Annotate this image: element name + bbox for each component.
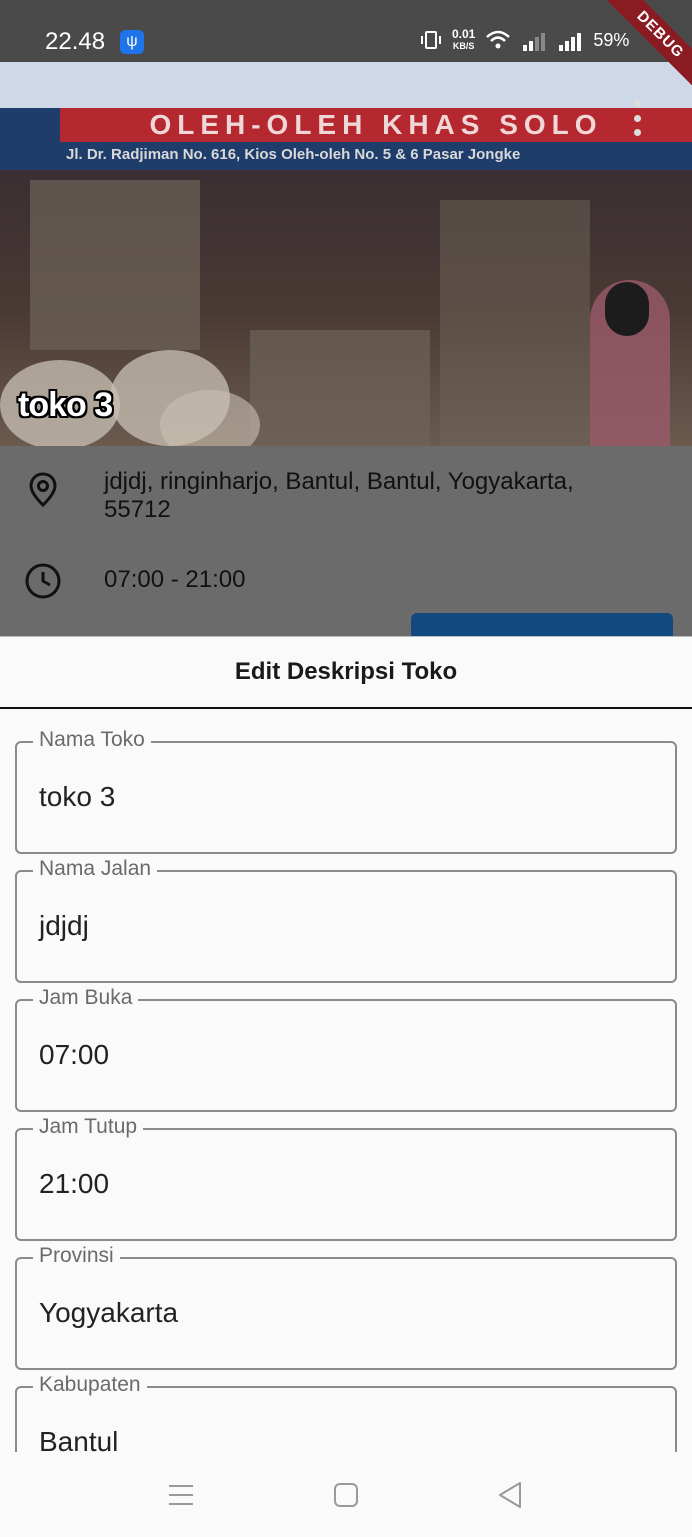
jam-buka-input[interactable]: 07:00 (39, 1039, 639, 1071)
network-speed: 0.01 KB/S (452, 27, 476, 51)
field-kabupaten[interactable]: Kabupaten Bantul (15, 1373, 677, 1452)
field-label: Jam Buka (33, 986, 139, 1010)
field-label: Provinsi (33, 1244, 120, 1268)
nama-jalan-input[interactable]: jdjdj (39, 910, 639, 942)
kabupaten-input[interactable]: Bantul (39, 1426, 639, 1452)
field-label: Jam Tutup (33, 1115, 144, 1139)
field-label: Kabupaten (33, 1373, 147, 1397)
field-jam-tutup[interactable]: Jam Tutup 21:00 (15, 1115, 677, 1241)
field-label: Nama Jalan (33, 857, 158, 881)
field-jam-buka[interactable]: Jam Buka 07:00 (15, 986, 677, 1112)
provinsi-input[interactable]: Yogyakarta (39, 1297, 639, 1329)
more-vert-icon[interactable] (626, 100, 648, 136)
field-nama-jalan[interactable]: Nama Jalan jdjdj (15, 857, 677, 983)
status-time: 22.48 (45, 28, 106, 55)
location-pin-icon (29, 472, 57, 508)
store-info-panel: jdjdj, ringinharjo, Bantul, Bantul, Yogy… (0, 446, 692, 636)
nama-toko-input[interactable]: toko 3 (39, 781, 639, 813)
sheet-header: Edit Deskripsi Toko (0, 637, 692, 709)
menu-lines-icon[interactable] (166, 1480, 196, 1510)
sign-tagline: OLEH-OLEH KHAS SOLO (60, 108, 692, 142)
field-nama-toko[interactable]: Nama Toko toko 3 (15, 728, 677, 854)
sign-address: Jl. Dr. Radjiman No. 616, Kios Oleh-oleh… (66, 146, 521, 163)
store-signboard: OLEH-OLEH KHAS SOLO Jl. Dr. Radjiman No.… (0, 58, 692, 170)
signal-icon (523, 33, 546, 51)
battery-level: 59% (593, 29, 630, 50)
field-provinsi[interactable]: Provinsi Yogyakarta (15, 1244, 677, 1370)
store-name-overlay: toko 3 (18, 386, 113, 424)
clock-icon (25, 563, 61, 599)
status-bar: 22.48 ψ 0.01 KB/S 59% (0, 0, 692, 62)
sheet-title: Edit Deskripsi Toko (234, 658, 458, 685)
edit-store-sheet: Edit Deskripsi Toko Nama Toko toko 3 Nam… (0, 636, 692, 1452)
store-address: jdjdj, ringinharjo, Bantul, Bantul, Yogy… (104, 468, 574, 523)
triangle-back-icon[interactable] (495, 1480, 525, 1510)
square-icon[interactable] (331, 1480, 361, 1510)
wifi-icon (486, 30, 511, 49)
field-label: Nama Toko (33, 728, 151, 752)
store-hours: 07:00 - 21:00 (104, 566, 246, 593)
signal-icon-2 (559, 33, 582, 51)
system-nav-bar (0, 1452, 692, 1537)
jam-tutup-input[interactable]: 21:00 (39, 1168, 639, 1200)
store-hero-image: OLEH-OLEH KHAS SOLO Jl. Dr. Radjiman No.… (0, 0, 692, 446)
vibrate-icon (421, 31, 441, 49)
usb-debug-icon: ψ (120, 30, 144, 54)
